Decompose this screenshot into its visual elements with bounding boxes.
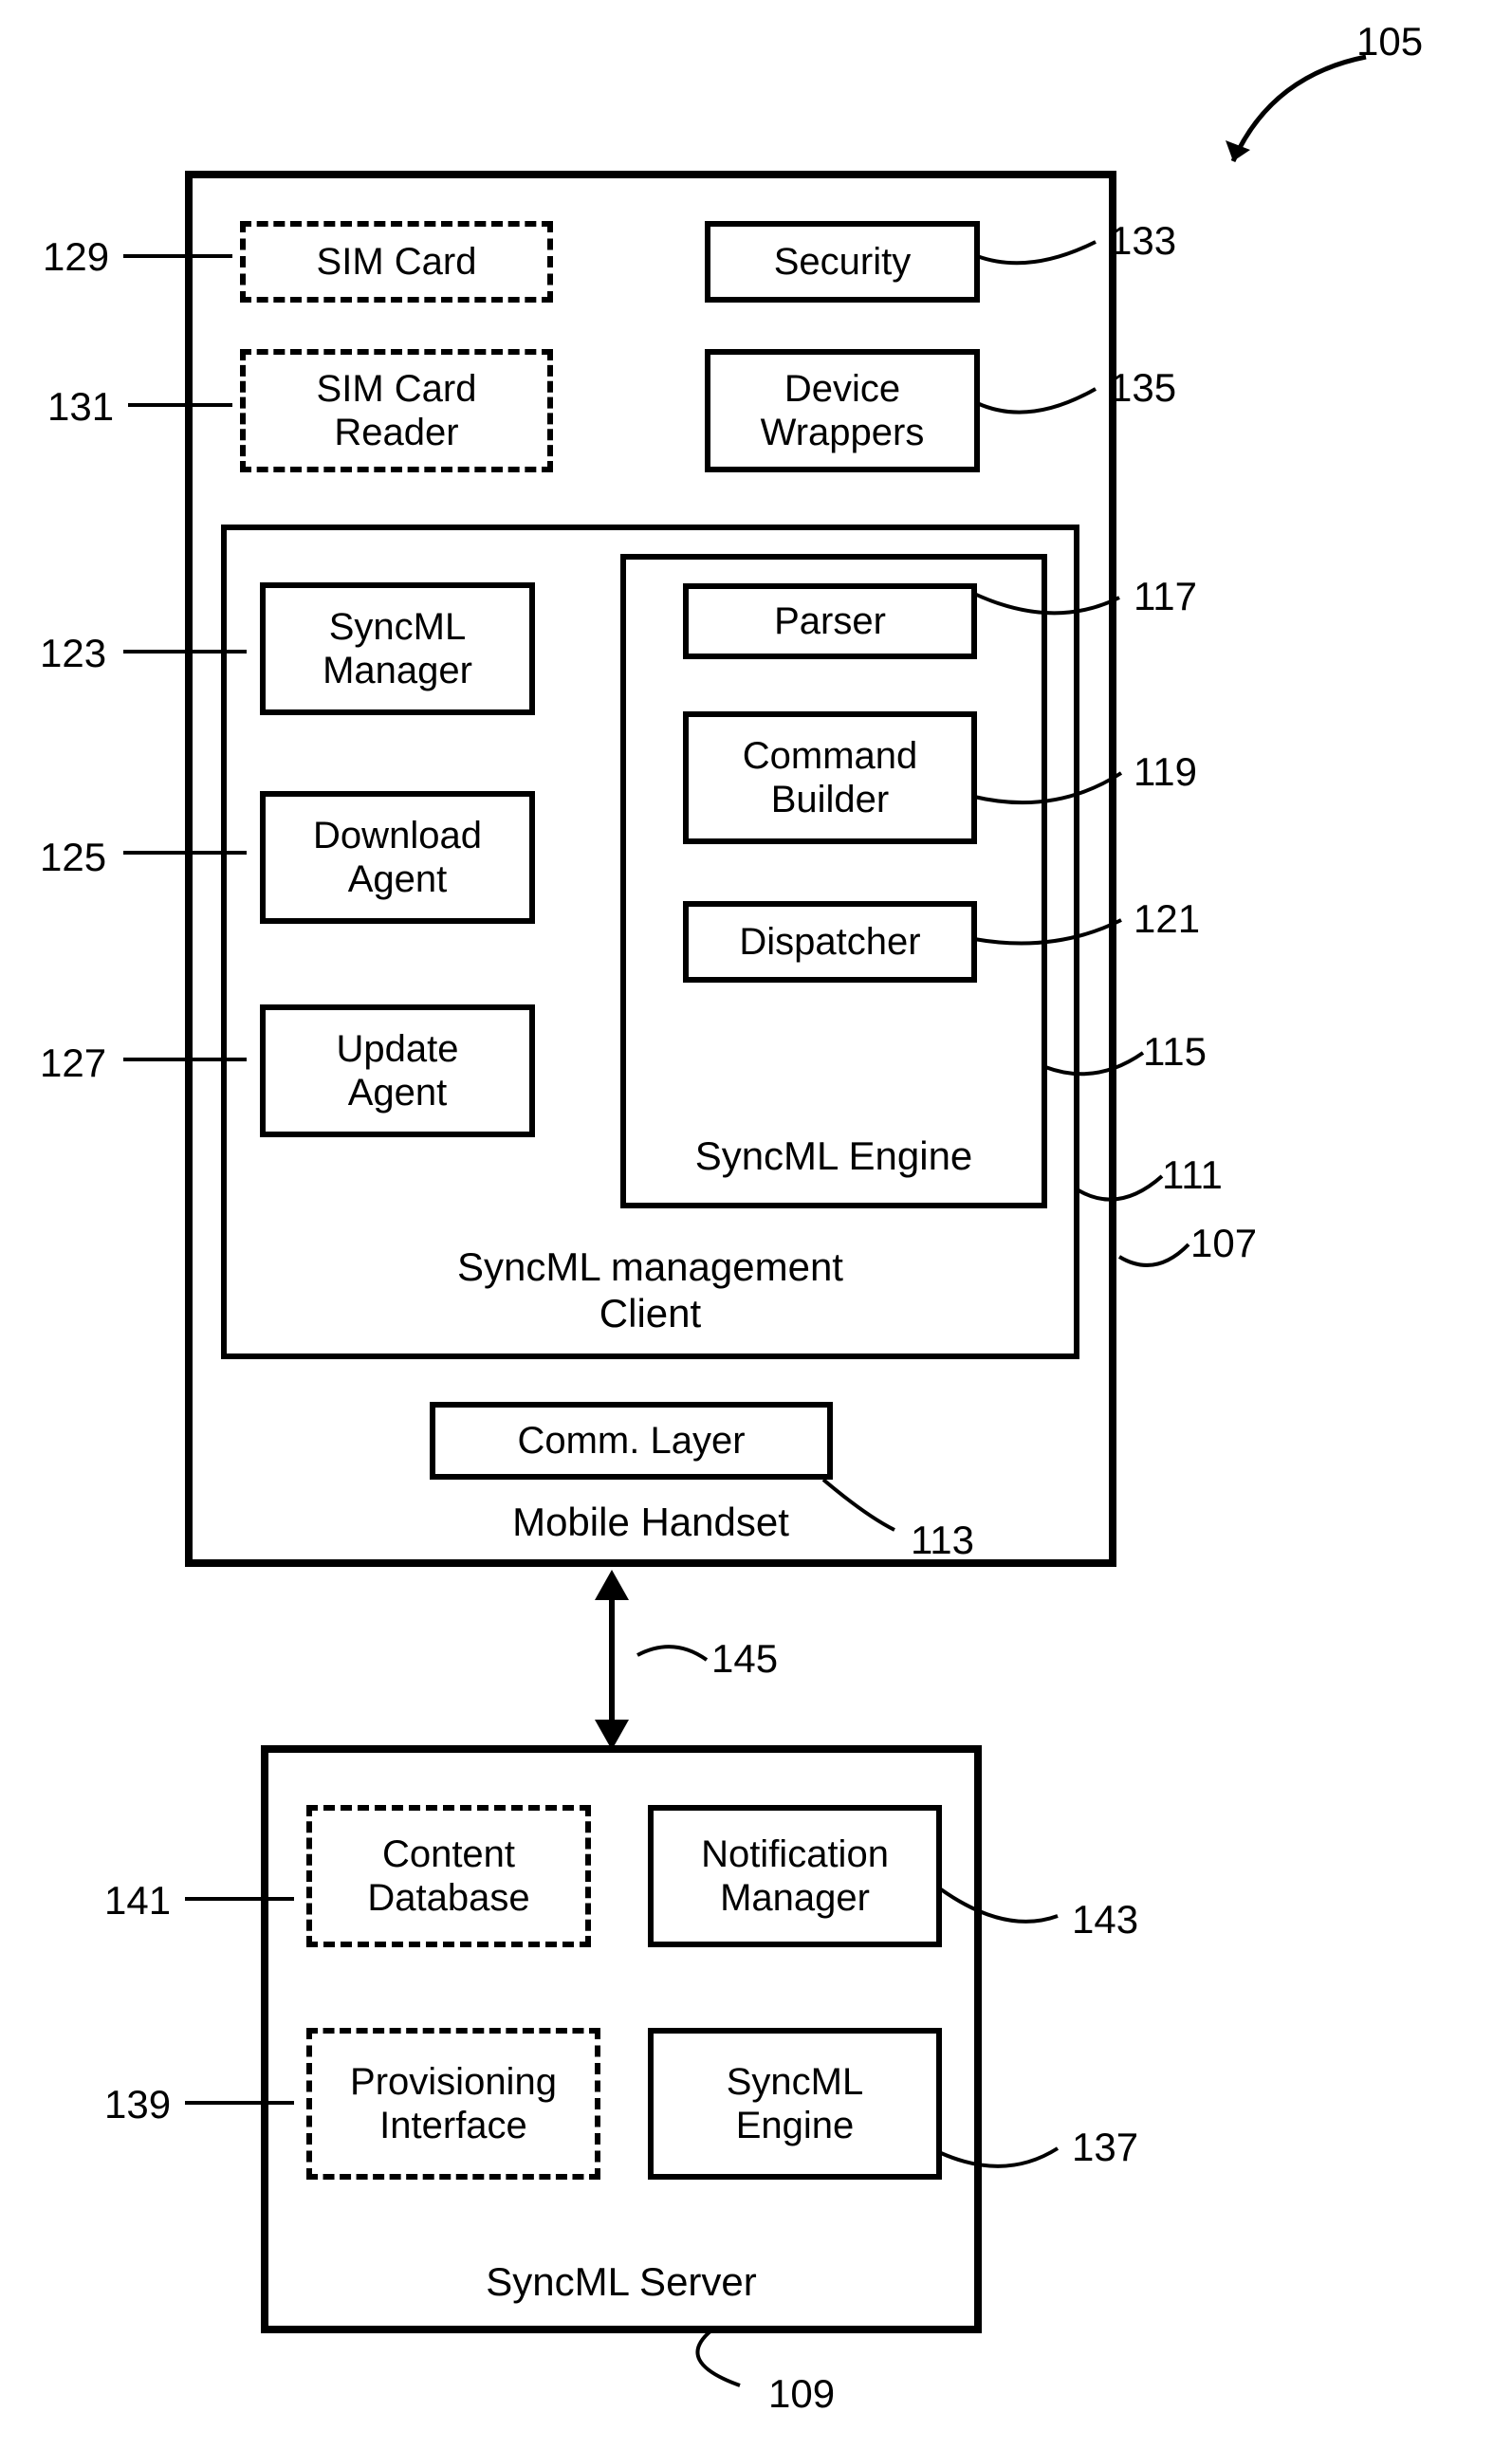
parser-label: Parser bbox=[774, 599, 886, 643]
update-agent: Update Agent bbox=[260, 1004, 535, 1137]
ref-141: 141 bbox=[104, 1878, 171, 1924]
update-agent-label: Update Agent bbox=[337, 1027, 459, 1114]
syncml-manager: SyncML Manager bbox=[260, 582, 535, 715]
ref-109: 109 bbox=[768, 2371, 835, 2417]
sim-card-reader: SIM Card Reader bbox=[240, 349, 553, 472]
provisioning-interface: Provisioning Interface bbox=[306, 2028, 600, 2180]
syncml-engine-caption: SyncML Engine bbox=[626, 1133, 1042, 1179]
ref-129: 129 bbox=[43, 234, 109, 280]
wrappers-label: Device Wrappers bbox=[761, 367, 925, 454]
ref-125: 125 bbox=[40, 835, 106, 880]
device-wrappers: Device Wrappers bbox=[705, 349, 980, 472]
syncml-server: Content Database Notification Manager Pr… bbox=[261, 1745, 982, 2333]
ref-119: 119 bbox=[1134, 749, 1197, 795]
download-agent-label: Download Agent bbox=[313, 814, 482, 901]
syncml-engine: Parser Command Builder Dispatcher SyncML… bbox=[620, 554, 1047, 1208]
syncml-management-client: SyncML Manager Download Agent Update Age… bbox=[221, 525, 1079, 1359]
server-engine-label: SyncML Engine bbox=[727, 2060, 864, 2147]
syncml-client-caption: SyncML management Client bbox=[227, 1244, 1074, 1336]
bidirectional-connector-icon bbox=[583, 1570, 640, 1750]
notification-manager: Notification Manager bbox=[648, 1805, 942, 1947]
ref-111: 111 bbox=[1162, 1152, 1223, 1198]
ref-121: 121 bbox=[1134, 896, 1200, 942]
ref-113: 113 bbox=[911, 1518, 974, 1563]
ref-115: 115 bbox=[1143, 1029, 1207, 1075]
sim-reader-label: SIM Card Reader bbox=[317, 367, 477, 454]
ref-137: 137 bbox=[1072, 2125, 1138, 2170]
server-syncml-engine: SyncML Engine bbox=[648, 2028, 942, 2180]
command-builder-label: Command Builder bbox=[743, 734, 918, 821]
download-agent: Download Agent bbox=[260, 791, 535, 924]
ref-107: 107 bbox=[1190, 1221, 1257, 1266]
comm-layer-label: Comm. Layer bbox=[517, 1419, 745, 1463]
sim-card-label: SIM Card bbox=[317, 240, 477, 284]
comm-layer: Comm. Layer bbox=[430, 1402, 833, 1480]
syncml-manager-label: SyncML Manager bbox=[323, 605, 472, 692]
dispatcher-label: Dispatcher bbox=[739, 920, 920, 964]
ref-131: 131 bbox=[47, 384, 114, 430]
content-db-label: Content Database bbox=[367, 1832, 529, 1920]
security-label: Security bbox=[774, 240, 912, 284]
ref-123: 123 bbox=[40, 631, 106, 676]
ref-145: 145 bbox=[711, 1636, 778, 1682]
ref-127: 127 bbox=[40, 1040, 106, 1086]
prov-if-label: Provisioning Interface bbox=[350, 2060, 557, 2147]
sim-card: SIM Card bbox=[240, 221, 553, 303]
syncml-server-caption: SyncML Server bbox=[268, 2259, 974, 2305]
notif-mgr-label: Notification Manager bbox=[701, 1832, 889, 1920]
ref-117: 117 bbox=[1134, 574, 1197, 619]
security: Security bbox=[705, 221, 980, 303]
ref-133: 133 bbox=[1110, 218, 1176, 264]
command-builder: Command Builder bbox=[683, 711, 977, 844]
ref-105: 105 bbox=[1356, 19, 1423, 64]
parser: Parser bbox=[683, 583, 977, 659]
ref-139: 139 bbox=[104, 2082, 171, 2127]
dispatcher: Dispatcher bbox=[683, 901, 977, 983]
ref-143: 143 bbox=[1072, 1897, 1138, 1943]
ref-135: 135 bbox=[1110, 365, 1176, 411]
content-database: Content Database bbox=[306, 1805, 591, 1947]
